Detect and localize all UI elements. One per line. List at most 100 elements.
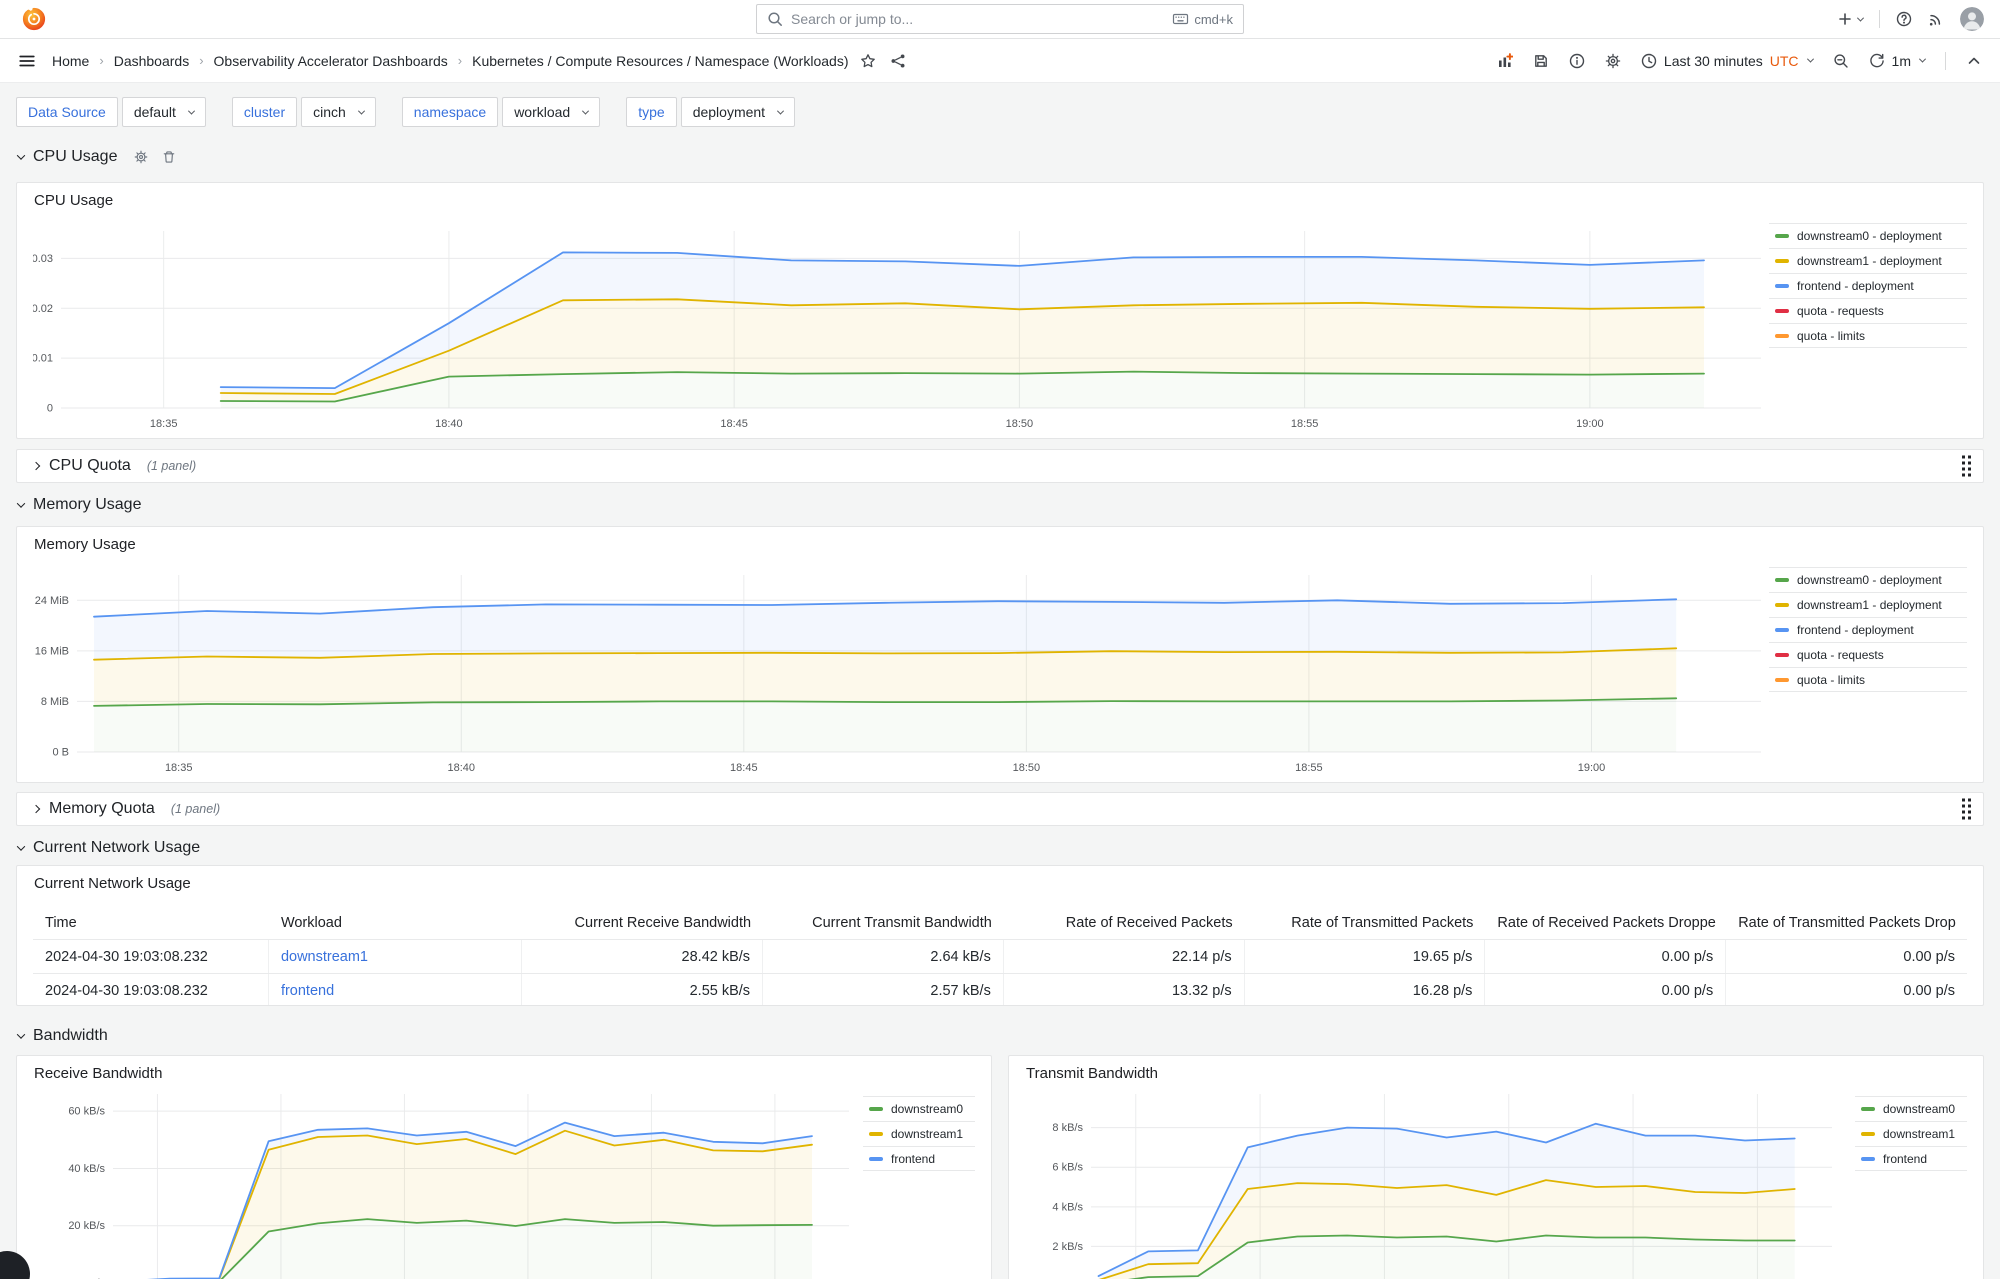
table-column-header[interactable]: Current Receive Bandwidth — [522, 915, 763, 931]
global-search[interactable]: cmd+k — [756, 4, 1244, 34]
breadcrumb-item[interactable]: Home — [52, 53, 89, 69]
legend-swatch — [869, 1156, 883, 1161]
row-title: Memory Usage — [33, 496, 142, 513]
variable-value-dropdown[interactable]: default — [121, 97, 206, 127]
variable-value-dropdown[interactable]: deployment — [680, 97, 796, 127]
table-column-header[interactable]: Rate of Transmitted Packets Drop — [1726, 915, 1967, 931]
row-delete-trash-icon[interactable] — [162, 150, 176, 164]
svg-text:6 kB/s: 6 kB/s — [1052, 1162, 1083, 1174]
new-button[interactable] — [1837, 11, 1865, 27]
kiosk-mode-button[interactable] — [1966, 53, 1982, 69]
row-drag-handle[interactable] — [1962, 798, 1971, 820]
svg-text:18:50: 18:50 — [1006, 418, 1034, 430]
legend-item[interactable]: downstream0 - deployment — [1769, 223, 1967, 248]
star-icon[interactable] — [860, 53, 876, 69]
rss-icon — [1929, 14, 1941, 26]
panel-title[interactable]: CPU Usage — [34, 192, 113, 209]
table-column-header[interactable]: Current Transmit Bandwidth — [763, 915, 1004, 931]
row-header-memory-quota[interactable]: Memory Quota (1 panel) — [16, 792, 1984, 826]
table-column-header[interactable]: Rate of Received Packets — [1004, 915, 1245, 931]
row-header-memory-usage[interactable]: Memory Usage — [16, 491, 1984, 519]
variable-namespace: namespace workload — [401, 97, 601, 129]
svg-text:18:50: 18:50 — [1013, 762, 1041, 774]
panel-title[interactable]: Current Network Usage — [34, 875, 191, 892]
svg-text:18:45: 18:45 — [730, 762, 758, 774]
panel-cpu-usage: CPU Usage 18:35 18:40 18:45 18:50 18:55 19:00… — [16, 182, 1984, 439]
svg-text:18:45: 18:45 — [720, 418, 748, 430]
time-range-picker[interactable]: Last 30 minutes UTC — [1641, 53, 1814, 69]
legend-label: frontend - deployment — [1797, 279, 1914, 293]
grafana-logo-icon[interactable] — [22, 7, 46, 31]
legend-item[interactable]: quota - requests — [1769, 298, 1967, 323]
legend-swatch — [1775, 234, 1789, 238]
legend-item[interactable]: frontend — [1855, 1146, 1967, 1171]
table-cell: 2024-04-30 19:03:08.232 — [33, 974, 269, 1005]
row-header-cpu-usage[interactable]: CPU Usage — [16, 143, 1984, 171]
row-drag-handle[interactable] — [1962, 455, 1971, 477]
table-cell: frontend — [269, 974, 523, 1005]
legend-item[interactable]: downstream0 — [1855, 1096, 1967, 1121]
legend-item[interactable]: downstream0 - deployment — [1769, 567, 1967, 592]
chevron-right-icon — [31, 804, 41, 814]
top-navbar: cmd+k — [0, 0, 2000, 39]
breadcrumb-separator: › — [99, 53, 104, 68]
chevron-down-icon — [582, 107, 590, 115]
legend-item[interactable]: downstream1 - deployment — [1769, 248, 1967, 273]
refresh-picker[interactable]: 1m — [1869, 53, 1927, 69]
panel-title[interactable]: Memory Usage — [34, 536, 136, 553]
user-avatar[interactable] — [1960, 7, 1984, 31]
table-column-header[interactable]: Time — [33, 915, 269, 931]
row-header-cpu-quota[interactable]: CPU Quota (1 panel) — [16, 449, 1984, 483]
panel-title[interactable]: Transmit Bandwidth — [1026, 1065, 1158, 1082]
zoom-out-time-button[interactable] — [1833, 53, 1849, 69]
row-header-bandwidth[interactable]: Bandwidth — [16, 1022, 1984, 1050]
legend-item[interactable]: quota - limits — [1769, 667, 1967, 692]
legend-item[interactable]: downstream1 - deployment — [1769, 592, 1967, 617]
svg-text:18:55: 18:55 — [1291, 418, 1319, 430]
table-cell: 2.64 kB/s — [763, 940, 1004, 973]
table-column-header[interactable]: Rate of Transmitted Packets — [1245, 915, 1486, 931]
variable-value-dropdown[interactable]: cinch — [301, 97, 376, 127]
legend-item[interactable]: downstream0 — [863, 1096, 975, 1121]
chevron-down-icon — [1806, 55, 1814, 63]
gear-icon — [1605, 53, 1621, 68]
menu-icon[interactable] — [18, 52, 36, 70]
save-dashboard-button[interactable] — [1533, 53, 1549, 69]
cpu-usage-chart[interactable]: 18:35 18:40 18:45 18:50 18:55 19:00 0 0.01 0.02 0… — [32, 213, 1769, 438]
workload-link[interactable]: downstream1 — [281, 949, 368, 965]
legend-swatch — [1775, 603, 1789, 607]
add-panel-button[interactable] — [1497, 52, 1513, 69]
memory-usage-chart[interactable]: 18:35 18:40 18:45 18:50 18:55 19:00 0 B 8 MiB 16… — [33, 557, 1769, 782]
dashboard-settings-button[interactable] — [1605, 53, 1621, 69]
legend-item[interactable]: frontend — [863, 1146, 975, 1171]
svg-text:18:40: 18:40 — [435, 418, 463, 430]
legend-item[interactable]: quota - limits — [1769, 323, 1967, 348]
table-column-header[interactable]: Workload — [269, 915, 522, 931]
legend-item[interactable]: downstream1 — [863, 1121, 975, 1146]
variable-value-dropdown[interactable]: workload — [502, 97, 601, 127]
legend-item[interactable]: frontend - deployment — [1769, 273, 1967, 298]
breadcrumb-item[interactable]: Dashboards — [114, 53, 190, 69]
panel-title[interactable]: Receive Bandwidth — [34, 1065, 162, 1082]
legend-item[interactable]: frontend - deployment — [1769, 617, 1967, 642]
table-column-header[interactable]: Rate of Received Packets Droppe — [1485, 915, 1726, 931]
breadcrumb-item[interactable]: Observability Accelerator Dashboards — [214, 53, 448, 69]
variable-label: cluster — [231, 97, 298, 127]
transmit-bandwidth-chart[interactable]: 18:3518:4018:4518:5018:5519:000 B/s2 kB/… — [1025, 1086, 1836, 1279]
workload-link[interactable]: frontend — [281, 983, 334, 999]
legend-item[interactable]: quota - requests — [1769, 642, 1967, 667]
help-button[interactable] — [1896, 11, 1912, 27]
svg-text:18:35: 18:35 — [165, 762, 193, 774]
row-title: CPU Usage — [33, 148, 118, 165]
variable-label: Data Source — [16, 97, 118, 127]
news-button[interactable] — [1928, 11, 1944, 27]
table-cell: 19.65 p/s — [1245, 940, 1486, 973]
receive-bandwidth-chart[interactable]: 18:3518:4018:4518:5018:5519:000 B/s20 kB… — [33, 1086, 853, 1279]
search-input[interactable] — [791, 11, 1165, 27]
legend-item[interactable]: downstream1 — [1855, 1121, 1967, 1146]
row-settings-gear-icon[interactable] — [134, 150, 148, 164]
legend-swatch — [1775, 259, 1789, 263]
share-icon[interactable] — [890, 53, 906, 69]
row-header-current-network-usage[interactable]: Current Network Usage — [16, 834, 1984, 862]
dashboard-insights-button[interactable] — [1569, 53, 1585, 69]
